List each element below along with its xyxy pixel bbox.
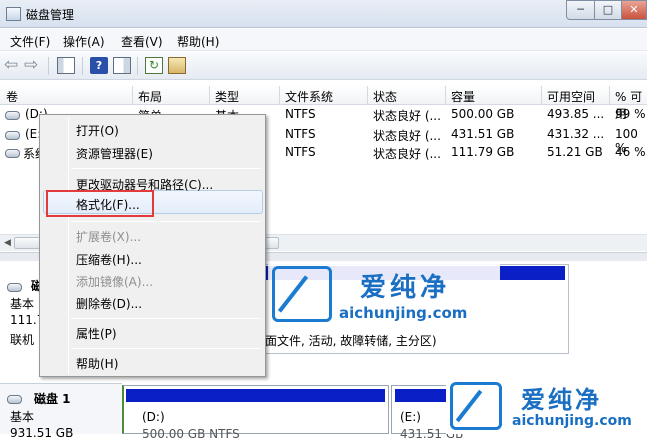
column-separator <box>132 86 133 104</box>
volume-capacity: 500.00 GB <box>451 107 515 121</box>
watermark-logo-icon <box>272 266 332 322</box>
maximize-button[interactable]: □ <box>594 0 622 20</box>
column-separator <box>445 86 446 104</box>
volume-percent: 99 % <box>615 107 646 121</box>
column-type[interactable]: 类型 <box>215 88 239 105</box>
disk0-type: 基本 <box>10 297 35 311</box>
disk0-partition-status: 面文件, 活动, 故障转储, 主分区) <box>265 334 437 348</box>
menu-action[interactable]: 操作(A) <box>63 33 105 50</box>
action-pane-icon[interactable] <box>113 57 131 74</box>
partition-d-detail: 500.00 GB NTFS <box>142 427 240 441</box>
menu-file[interactable]: 文件(F) <box>10 33 50 50</box>
console-tree-icon[interactable] <box>57 57 75 74</box>
disk-management-app-icon <box>6 7 21 21</box>
disk-icon <box>7 395 22 404</box>
disk-icon <box>7 283 22 292</box>
menu-item-add-mirror: 添加镜像(A)... <box>76 275 154 289</box>
menu-item-help[interactable]: 帮助(H) <box>76 355 118 372</box>
back-icon[interactable]: ⇦ <box>4 55 18 75</box>
watermark-brand: 爱纯净 <box>521 386 602 414</box>
menu-separator <box>71 318 261 319</box>
watermark-url: aichunjing.com <box>339 304 468 322</box>
context-menu-gutter <box>68 117 69 374</box>
volume-capacity: 431.51 GB <box>451 127 515 141</box>
column-volume[interactable]: 卷 <box>6 88 18 105</box>
volume-status: 状态良好 (... <box>373 109 441 123</box>
disk0-state: 联机 <box>10 333 35 347</box>
column-separator <box>279 86 280 104</box>
menu-item-explorer[interactable]: 资源管理器(E) <box>76 145 153 162</box>
menu-help[interactable]: 帮助(H) <box>177 33 219 50</box>
volume-free: 431.32 ... <box>547 127 605 141</box>
volume-status: 状态良好 (... <box>373 129 441 143</box>
volume-filesystem: NTFS <box>285 127 316 141</box>
menu-separator <box>71 168 261 169</box>
volume-filesystem: NTFS <box>285 107 316 121</box>
menu-item-properties[interactable]: 属性(P) <box>76 325 117 342</box>
menu-separator <box>71 221 261 222</box>
close-button[interactable]: ✕ <box>621 0 647 20</box>
format-highlight-annotation <box>46 190 154 217</box>
minimize-button[interactable]: ─ <box>566 0 595 20</box>
title-bar <box>0 0 647 28</box>
column-capacity[interactable]: 容量 <box>451 88 475 105</box>
partition-d-bar <box>126 389 385 402</box>
menu-item-extend-volume: 扩展卷(X)... <box>76 230 142 244</box>
volume-free: 493.85 ... <box>547 107 605 121</box>
volume-filesystem: NTFS <box>285 145 316 159</box>
watermark-logo-icon <box>450 382 502 430</box>
scroll-left-arrow-icon[interactable]: ◀ <box>4 238 11 248</box>
volume-status: 状态良好 (... <box>373 147 441 161</box>
partition-e-label: (E:) <box>400 410 421 424</box>
column-separator <box>609 86 610 104</box>
watermark-url: aichunjing.com <box>512 413 632 429</box>
column-separator <box>541 86 542 104</box>
toolbar-separator <box>48 57 49 75</box>
column-separator <box>367 86 368 104</box>
menu-item-delete-volume[interactable]: 删除卷(D)... <box>76 295 142 312</box>
forward-icon[interactable]: ⇨ <box>24 55 38 75</box>
volume-free: 51.21 GB <box>547 145 603 159</box>
volume-disk-icon <box>5 149 20 158</box>
column-free-space[interactable]: 可用空间 <box>547 88 595 105</box>
partition-d-label: (D:) <box>142 410 165 424</box>
watermark-brand: 爱纯净 <box>360 273 451 303</box>
properties-icon[interactable] <box>168 57 186 74</box>
disk1-size: 931.51 GB <box>10 426 74 440</box>
menu-separator <box>71 348 261 349</box>
menu-item-shrink-volume[interactable]: 压缩卷(H)... <box>76 251 142 268</box>
column-separator <box>209 86 210 104</box>
volume-disk-icon <box>5 111 20 120</box>
volume-capacity: 111.79 GB <box>451 145 515 159</box>
refresh-icon[interactable]: ↻ <box>145 57 163 74</box>
disk1-name: 磁盘 1 <box>34 392 71 406</box>
window-title: 磁盘管理 <box>26 8 75 22</box>
disk1-type: 基本 <box>10 410 35 424</box>
menu-view[interactable]: 查看(V) <box>121 33 163 50</box>
volume-disk-icon <box>5 131 20 140</box>
toolbar-separator <box>137 57 138 75</box>
volume-percent: 46 % <box>615 145 646 159</box>
column-status[interactable]: 状态 <box>373 88 397 105</box>
context-menu: 打开(O) 资源管理器(E) 更改驱动器号和路径(C)... 格式化(F)...… <box>39 114 266 377</box>
toolbar-separator <box>82 57 83 75</box>
column-layout[interactable]: 布局 <box>138 88 162 105</box>
column-filesystem[interactable]: 文件系统 <box>285 88 333 105</box>
menu-item-open[interactable]: 打开(O) <box>76 122 119 139</box>
help-icon[interactable]: ? <box>90 57 108 74</box>
